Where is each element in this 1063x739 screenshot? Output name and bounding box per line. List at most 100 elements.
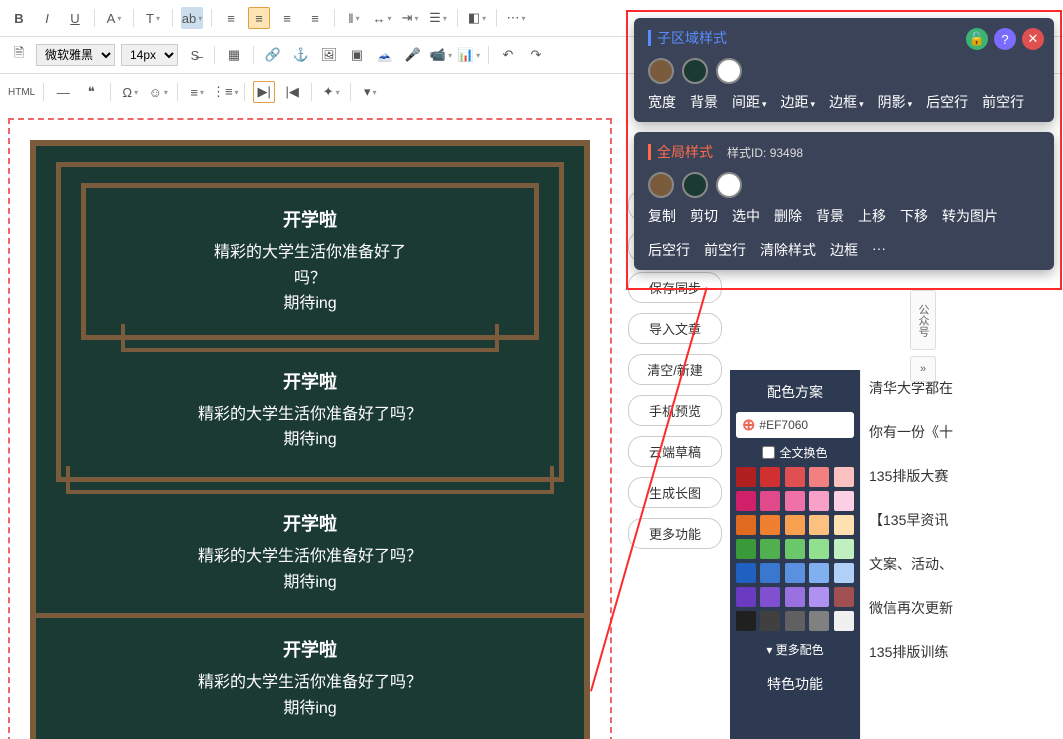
action-save-sync[interactable]: 保存同步	[628, 272, 722, 303]
bracket-left-button[interactable]: ▶|	[253, 81, 275, 103]
color-swatch[interactable]	[785, 563, 805, 583]
news-item[interactable]: 你有一份《十	[869, 422, 1052, 442]
action-after-blank[interactable]: 后空行	[926, 92, 968, 112]
margin-button[interactable]: ☰	[427, 7, 449, 29]
undo-button[interactable]: ↶	[497, 44, 519, 66]
emoji-button[interactable]: ☺	[147, 81, 169, 103]
unordered-list-button[interactable]: ⋮≡	[214, 81, 236, 103]
action-border[interactable]: 边框	[829, 92, 864, 112]
color-swatch[interactable]	[785, 491, 805, 511]
color-swatch[interactable]	[809, 611, 829, 631]
action-delete[interactable]: 删除	[774, 206, 802, 226]
action-import[interactable]: 导入文章	[628, 313, 722, 344]
color-swatch[interactable]	[785, 515, 805, 535]
color-swatch[interactable]	[834, 587, 854, 607]
news-item[interactable]: 135排版大赛	[869, 466, 1052, 486]
action-bg[interactable]: 背景	[690, 92, 718, 112]
special-features-title[interactable]: 特色功能	[736, 668, 854, 700]
color-swatch[interactable]	[760, 539, 780, 559]
color-swatch[interactable]	[834, 563, 854, 583]
news-item[interactable]: 135排版训练	[869, 642, 1052, 662]
color-swatch[interactable]	[809, 563, 829, 583]
nested-frame-2[interactable]: 开学啦 精彩的大学生活你准备好了 吗？ 期待ing 开学啦 精彩的大学生活你准备…	[56, 162, 564, 482]
action-copy[interactable]: 复制	[648, 206, 676, 226]
align-center-button[interactable]: ≡	[248, 7, 270, 29]
color-circle-dark[interactable]	[682, 172, 708, 198]
color-swatch[interactable]	[809, 515, 829, 535]
color-swatch[interactable]	[736, 539, 756, 559]
editor-canvas[interactable]: 开学啦 精彩的大学生活你准备好了 吗？ 期待ing 开学啦 精彩的大学生活你准备…	[8, 118, 612, 739]
color-circle-white[interactable]	[716, 58, 742, 84]
audio-button[interactable]: 🎤	[402, 44, 424, 66]
color-input-row[interactable]: ⊕ #EF7060	[736, 412, 854, 438]
color-circle-brown[interactable]	[648, 58, 674, 84]
color-swatch[interactable]	[809, 491, 829, 511]
nested-frame-3[interactable]: 开学啦 精彩的大学生活你准备好了 吗？ 期待ing	[81, 183, 539, 340]
news-item[interactable]: 微信再次更新	[869, 598, 1052, 618]
action-select[interactable]: 选中	[732, 206, 760, 226]
action-more[interactable]: 更多功能	[628, 518, 722, 549]
editor-scroll[interactable]: 开学啦 精彩的大学生活你准备好了 吗？ 期待ing 开学啦 精彩的大学生活你准备…	[0, 110, 620, 739]
action-bg[interactable]: 背景	[816, 206, 844, 226]
redo-button[interactable]: ↷	[525, 44, 547, 66]
content-block-1[interactable]: 开学啦 精彩的大学生活你准备好了 吗？ 期待ing	[116, 198, 504, 325]
color-circle-dark[interactable]	[682, 58, 708, 84]
action-clear-new[interactable]: 清空/新建	[628, 354, 722, 385]
color-swatch[interactable]	[736, 563, 756, 583]
image2-button[interactable]: ▣	[346, 44, 368, 66]
format-more-button[interactable]: ⋯	[505, 7, 527, 29]
font-family-select[interactable]: 微软雅黑	[36, 44, 115, 66]
anchor-button[interactable]: ⚓	[290, 44, 312, 66]
action-spacing[interactable]: 间距	[732, 92, 767, 112]
action-shadow[interactable]: 阴影	[878, 92, 913, 112]
color-circle-brown[interactable]	[648, 172, 674, 198]
ordered-list-button[interactable]: ≡	[186, 81, 208, 103]
font-size-select[interactable]: 14px	[121, 44, 178, 66]
unlock-icon[interactable]: 🔓	[966, 28, 988, 50]
color-swatch[interactable]	[834, 467, 854, 487]
letter-spacing-button[interactable]: ↔	[371, 7, 393, 29]
text-transform-button[interactable]: T	[142, 7, 164, 29]
action-after-blank[interactable]: 后空行	[648, 240, 690, 260]
color-swatch[interactable]	[834, 611, 854, 631]
action-gen-image[interactable]: 生成长图	[628, 477, 722, 508]
animation-button[interactable]: ✦	[320, 81, 342, 103]
help-icon[interactable]: ?	[994, 28, 1016, 50]
color-swatch[interactable]	[736, 491, 756, 511]
quote-button[interactable]: ❝	[80, 81, 102, 103]
color-swatch[interactable]	[760, 611, 780, 631]
align-right-button[interactable]: ≡	[276, 7, 298, 29]
special-char-button[interactable]: Ω	[119, 81, 141, 103]
color-swatch[interactable]	[760, 587, 780, 607]
color-swatch[interactable]	[809, 467, 829, 487]
color-swatch[interactable]	[834, 539, 854, 559]
action-before-blank[interactable]: 前空行	[704, 240, 746, 260]
close-icon[interactable]: ✕	[1022, 28, 1044, 50]
news-item[interactable]: 清华大学都在	[869, 378, 1052, 398]
color-swatch[interactable]	[736, 611, 756, 631]
action-clear-style[interactable]: 清除样式	[760, 240, 816, 260]
color-swatch[interactable]	[760, 467, 780, 487]
color-swatch[interactable]	[736, 515, 756, 535]
more-tools-button[interactable]: ▾	[359, 81, 381, 103]
link-button[interactable]: 🔗	[262, 44, 284, 66]
action-margin[interactable]: 边距	[781, 92, 816, 112]
action-move-down[interactable]: 下移	[900, 206, 928, 226]
video-button[interactable]: 📹	[430, 44, 452, 66]
color-swatch[interactable]	[834, 491, 854, 511]
action-before-blank[interactable]: 前空行	[982, 92, 1024, 112]
action-to-image[interactable]: 转为图片	[942, 206, 998, 226]
color-swatch[interactable]	[760, 515, 780, 535]
html-source-button[interactable]: HTML	[8, 81, 35, 103]
action-cloud-draft[interactable]: 云端草稿	[628, 436, 722, 467]
action-more[interactable]: ···	[872, 240, 886, 260]
action-width[interactable]: 宽度	[648, 92, 676, 112]
align-justify-button[interactable]: ≡	[304, 7, 326, 29]
color-swatch[interactable]	[785, 539, 805, 559]
color-swatch[interactable]	[834, 515, 854, 535]
color-swatch[interactable]	[809, 587, 829, 607]
content-block-2[interactable]: 开学啦 精彩的大学生活你准备好了吗？ 期待ing	[81, 360, 539, 461]
new-doc-button[interactable]: 🗎	[8, 44, 30, 66]
bracket-right-button[interactable]: |◀	[281, 81, 303, 103]
italic-button[interactable]: I	[36, 7, 58, 29]
